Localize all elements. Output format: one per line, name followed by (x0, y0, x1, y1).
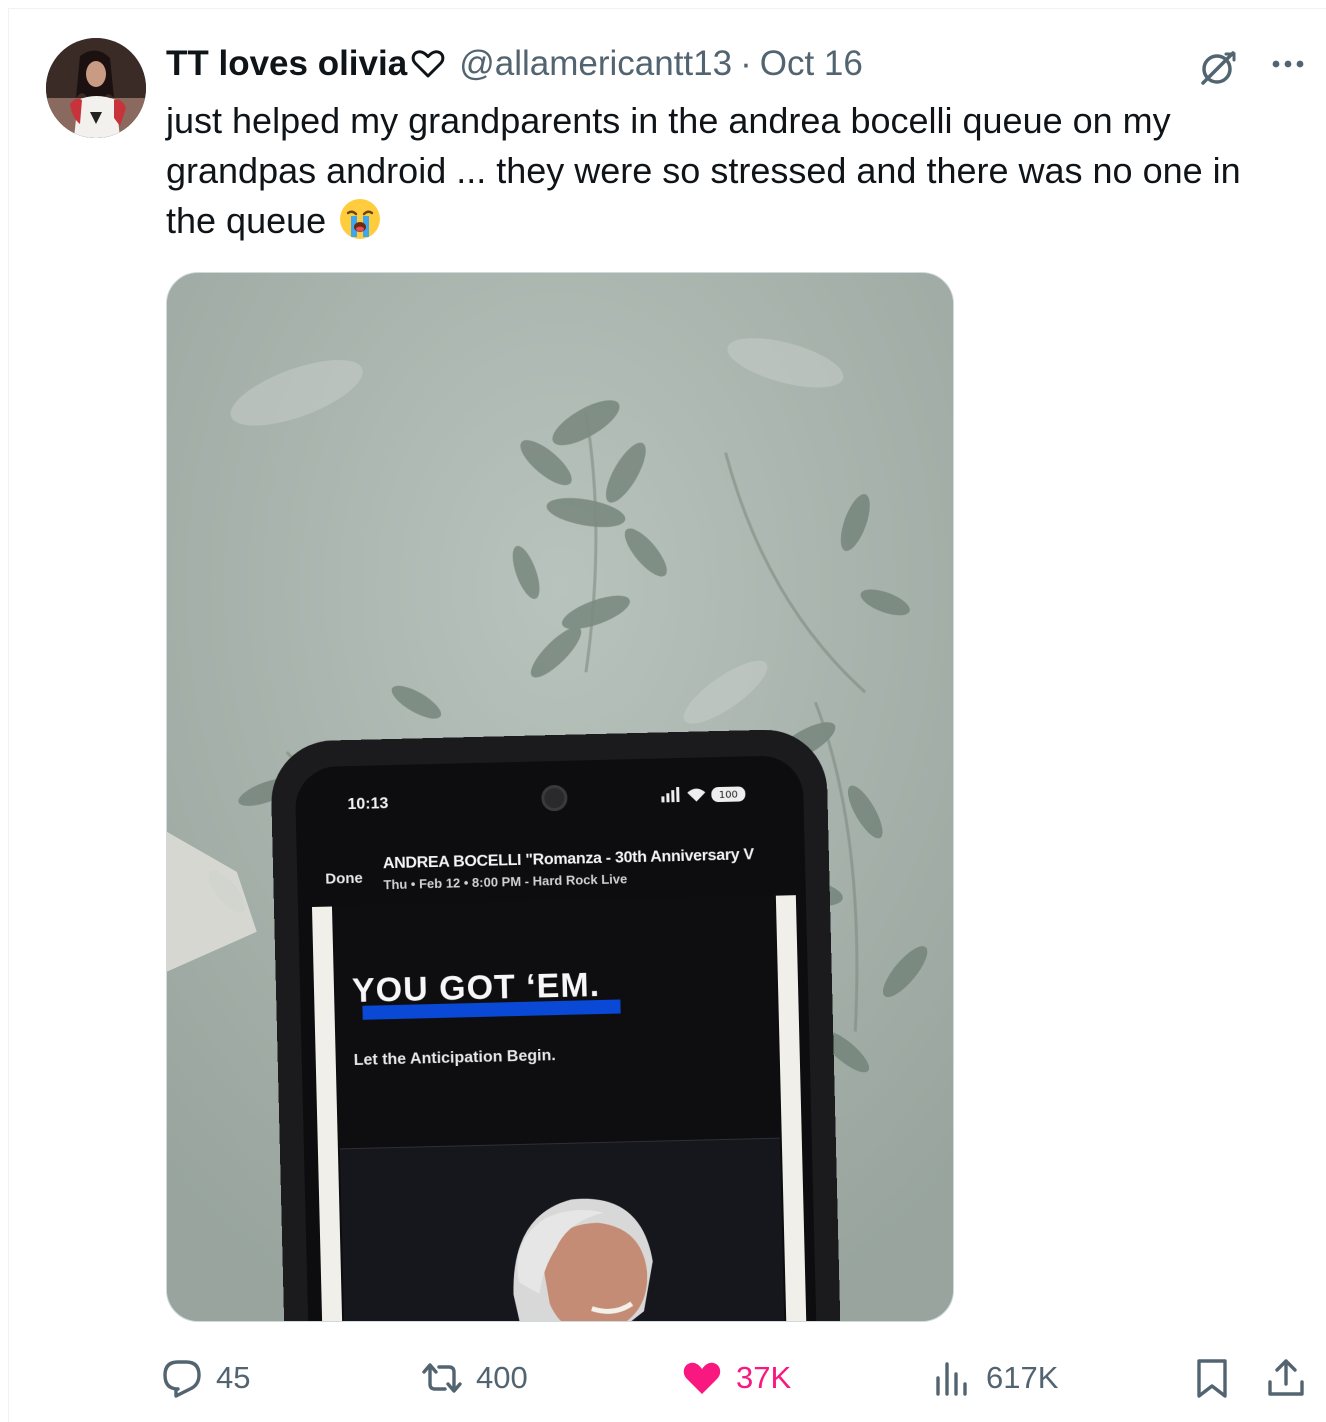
reply-button[interactable]: 45 (160, 1350, 250, 1406)
reply-icon (163, 1360, 201, 1398)
phone-photo: 10:13 100 Done ANDREA BOCELLI "Romanza -… (269, 728, 841, 1321)
tweet-media-photo[interactable]: 10:13 100 Done ANDREA BOCELLI "Romanza -… (166, 272, 954, 1322)
avatar-image (46, 38, 146, 138)
share-icon (1268, 1359, 1304, 1396)
bookmark-icon (1197, 1359, 1227, 1398)
tweet-date[interactable]: Oct 16 (760, 44, 863, 84)
views-icon (936, 1362, 967, 1396)
bookmark-button[interactable] (1190, 1350, 1246, 1406)
avatar[interactable] (46, 38, 146, 138)
phone-battery-level: 100 (719, 790, 738, 801)
views-button[interactable]: 617K (930, 1350, 1058, 1406)
like-count: 37K (736, 1360, 792, 1395)
tweet-text: just helped my grandparents in the andre… (166, 96, 1316, 246)
phone-status-time: 10:13 (347, 795, 389, 814)
repost-count: 400 (476, 1360, 528, 1395)
tweet-text-content: just helped my grandparents in the andre… (166, 100, 1241, 241)
repost-button[interactable]: 400 (420, 1350, 528, 1406)
phone-subline: Let the Anticipation Begin. (353, 1047, 556, 1070)
share-button[interactable] (1264, 1350, 1320, 1406)
repost-icon (422, 1363, 462, 1393)
display-name[interactable]: TT loves olivia (166, 44, 407, 84)
phone-camera (541, 784, 568, 812)
phone-screen: 10:13 100 Done ANDREA BOCELLI "Romanza -… (294, 754, 818, 1321)
artist-portrait (339, 1138, 786, 1321)
loudly-crying-face-emoji (340, 199, 381, 239)
phone-artist-photo (339, 1137, 786, 1321)
phone-headline: YOU GOT ‘EM. (351, 965, 601, 1011)
heart-filled-icon (683, 1362, 721, 1394)
views-count: 617K (986, 1360, 1059, 1395)
phone-event-title: ANDREA BOCELLI "Romanza - 30th Anniversa… (382, 846, 755, 873)
phone-event-subtitle: Thu • Feb 12 • 8:00 PM - Hard Rock Live (383, 871, 628, 893)
tweet-header: TT loves olivia @allamericantt13 · Oct 1… (166, 42, 863, 86)
grok-icon[interactable] (1196, 46, 1240, 90)
phone-status-icons: 100 (661, 786, 746, 803)
heart-outline-icon (411, 50, 445, 78)
user-handle[interactable]: @allamericantt13 (459, 44, 732, 84)
phone-ticket-panel: YOU GOT ‘EM. Let the Anticipation Begin. (333, 895, 786, 1321)
more-icon[interactable] (1266, 48, 1310, 80)
reply-count: 45 (216, 1360, 251, 1395)
header-separator: · (740, 44, 752, 83)
phone-done-label: Done (325, 869, 363, 888)
tweet-actions: 45 400 37K 617K (160, 1350, 1320, 1406)
like-button[interactable]: 37K (680, 1350, 791, 1406)
